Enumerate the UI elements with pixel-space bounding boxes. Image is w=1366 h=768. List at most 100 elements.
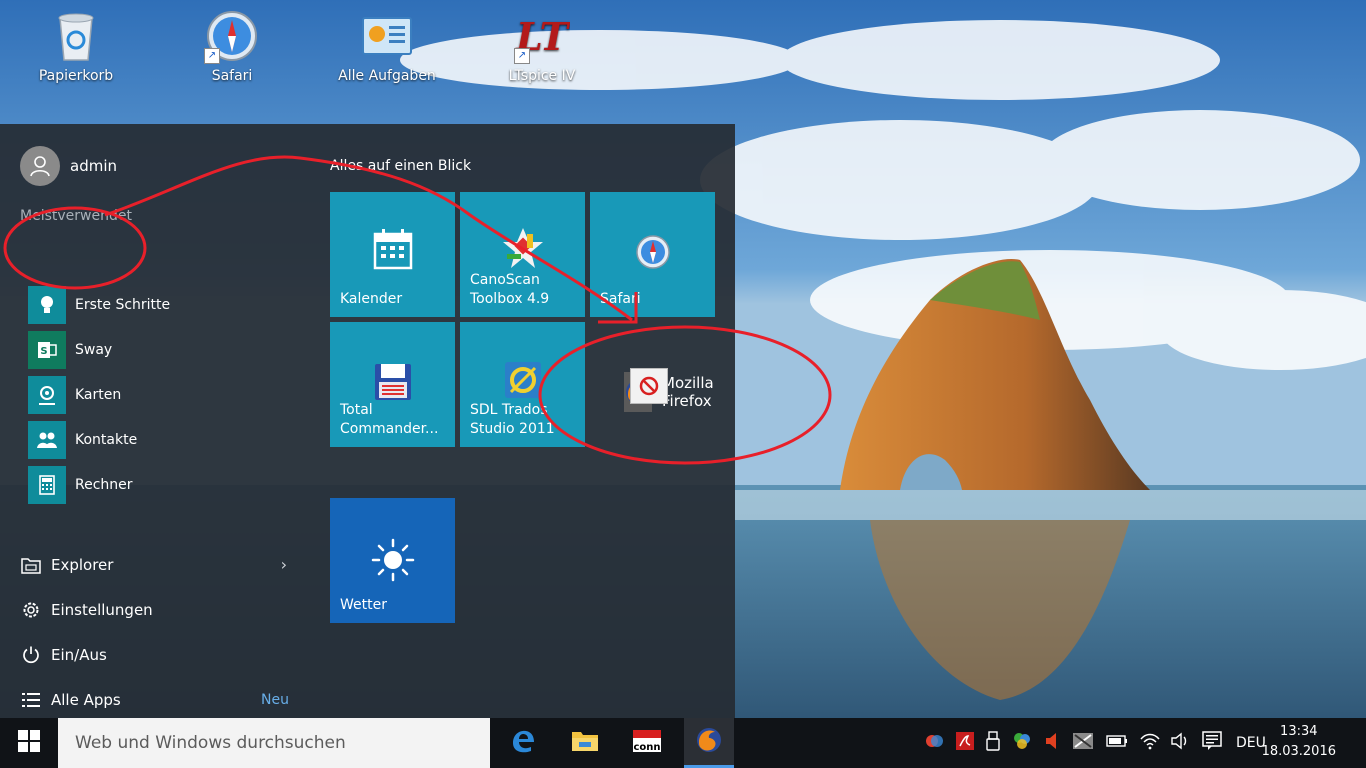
taskbar: Web und Windows durchsuchen conn DEU 13:… [0, 718, 1366, 768]
explorer-button[interactable]: Explorer › [20, 542, 295, 587]
desktop-icon-safari[interactable]: ↗ Safari [172, 8, 292, 84]
edge-icon [510, 728, 536, 758]
start-button[interactable] [0, 718, 58, 768]
shortcut-arrow-icon: ↗ [514, 48, 530, 64]
taskbar-app-firefox[interactable] [684, 718, 734, 768]
canoscan-icon [460, 226, 585, 270]
search-placeholder: Web und Windows durchsuchen [75, 733, 346, 753]
tile-label: Wetter [340, 597, 387, 613]
app-item-erste-schritte[interactable]: Erste Schritte [28, 282, 170, 327]
shortcut-arrow-icon: ↗ [204, 48, 220, 64]
ltspice-icon: LT ↗ [514, 8, 571, 64]
acrobat-icon[interactable] [956, 732, 974, 754]
maps-icon [28, 375, 66, 414]
app-item-label: Rechner [75, 476, 133, 493]
desktop-icon-label: Safari [211, 68, 253, 84]
safari-compass-icon: ↗ [204, 8, 260, 64]
tile-weather[interactable]: Wetter [330, 498, 455, 623]
app-item-label: Erste Schritte [75, 296, 171, 313]
app-item-kontakte[interactable]: Kontakte [28, 417, 170, 462]
clock-date: 18.03.2016 [1261, 744, 1336, 759]
tile-label: Commander... [340, 421, 439, 437]
svg-text:conn: conn [633, 742, 660, 753]
floppy-icon [330, 362, 455, 402]
tile-label: Safari [600, 291, 641, 307]
dragged-item-label: Mozilla Firefox [662, 374, 714, 410]
taskbar-app-explorer[interactable] [560, 718, 610, 768]
desktop-icon-label: LTspice IV [508, 68, 576, 84]
tray-network-app-icon[interactable] [924, 732, 944, 754]
all-apps-button[interactable]: Alle Apps Neu [20, 677, 295, 722]
user-name: admin [70, 157, 117, 175]
volume-icon[interactable] [1170, 732, 1190, 754]
svg-text:S: S [40, 346, 47, 357]
app-item-sway[interactable]: S Sway [28, 327, 170, 372]
app-item-label: Kontakte [75, 431, 138, 448]
clock-time: 13:34 [1280, 724, 1318, 739]
wifi-icon[interactable] [1140, 732, 1160, 754]
user-avatar-icon [20, 146, 60, 186]
tile-group-title[interactable]: Alles auf einen Blick [330, 158, 471, 174]
sun-icon [330, 538, 455, 582]
control-panel-icon [359, 8, 415, 64]
tile-safari[interactable]: Safari [590, 192, 715, 317]
list-icon [20, 689, 42, 711]
trados-icon [460, 360, 585, 400]
usb-eject-icon[interactable] [986, 731, 1000, 755]
notifications-icon[interactable] [1202, 731, 1222, 755]
tray-tool-icon[interactable] [1072, 731, 1094, 755]
app-item-label: Karten [75, 386, 122, 403]
power-button[interactable]: Ein/Aus [20, 632, 295, 677]
tile-sdl-trados[interactable]: SDL Trados Studio 2011 [460, 322, 585, 447]
chevron-right-icon[interactable]: › [281, 555, 287, 574]
all-apps-label: Alle Apps [51, 690, 121, 709]
new-badge: Neu [261, 691, 289, 708]
power-label: Ein/Aus [51, 645, 107, 664]
search-input[interactable]: Web und Windows durchsuchen [58, 718, 490, 768]
desktop-icon-ltspice[interactable]: LT ↗ LTspice IV [482, 8, 602, 84]
most-used-heading: Meistverwendet [20, 208, 132, 224]
user-account-button[interactable]: admin [20, 146, 117, 186]
taskbar-app-conrad[interactable]: conn [622, 718, 672, 768]
folder-icon [571, 729, 599, 757]
tile-label: Total [340, 402, 373, 418]
clock[interactable]: 13:34 18.03.2016 [1262, 722, 1336, 762]
tile-label: SDL Trados [470, 402, 548, 418]
conrad-icon: conn [631, 728, 663, 758]
sway-icon: S [28, 330, 66, 369]
taskbar-app-edge[interactable] [498, 718, 548, 768]
settings-button[interactable]: Einstellungen [20, 587, 295, 632]
tile-total-commander[interactable]: Total Commander... [330, 322, 455, 447]
safari-compass-icon [590, 234, 715, 270]
power-icon [20, 644, 42, 666]
calendar-icon [330, 228, 455, 270]
calculator-icon [28, 465, 66, 504]
desktop-icon-label: Papierkorb [38, 68, 114, 84]
contacts-icon [28, 420, 66, 459]
app-item-karten[interactable]: Karten [28, 372, 170, 417]
tile-canoscan[interactable]: CanoScan Toolbox 4.9 [460, 192, 585, 317]
tile-calendar[interactable]: Kalender [330, 192, 455, 317]
windows-logo-icon [18, 730, 40, 756]
no-drop-icon [630, 368, 668, 404]
tray-speaker-app-icon[interactable] [1044, 732, 1060, 754]
recycle-bin-icon [48, 8, 104, 64]
desktop-icon-all-tasks[interactable]: Alle Aufgaben [327, 8, 447, 84]
tile-label: Studio 2011 [470, 421, 555, 437]
battery-icon[interactable] [1106, 735, 1128, 751]
desktop-icon-recycle-bin[interactable]: Papierkorb [16, 8, 136, 84]
most-used-list: Erste Schritte S Sway Karten Kontakte Re… [28, 282, 170, 507]
tile-label: Toolbox 4.9 [470, 291, 550, 307]
app-item-label: Sway [75, 341, 113, 358]
tray-colorful-app-icon[interactable] [1012, 731, 1032, 755]
start-bottom-list: Explorer › Einstellungen Ein/Aus Alle Ap… [20, 542, 295, 722]
settings-label: Einstellungen [51, 600, 153, 619]
explorer-label: Explorer [51, 555, 114, 574]
tile-label: CanoScan [470, 272, 540, 288]
lightbulb-icon [28, 285, 66, 324]
desktop-icon-label: Alle Aufgaben [338, 68, 436, 84]
system-tray: DEU [924, 718, 1266, 768]
folder-icon [20, 554, 42, 576]
app-item-rechner[interactable]: Rechner [28, 462, 170, 507]
firefox-icon [695, 726, 723, 758]
